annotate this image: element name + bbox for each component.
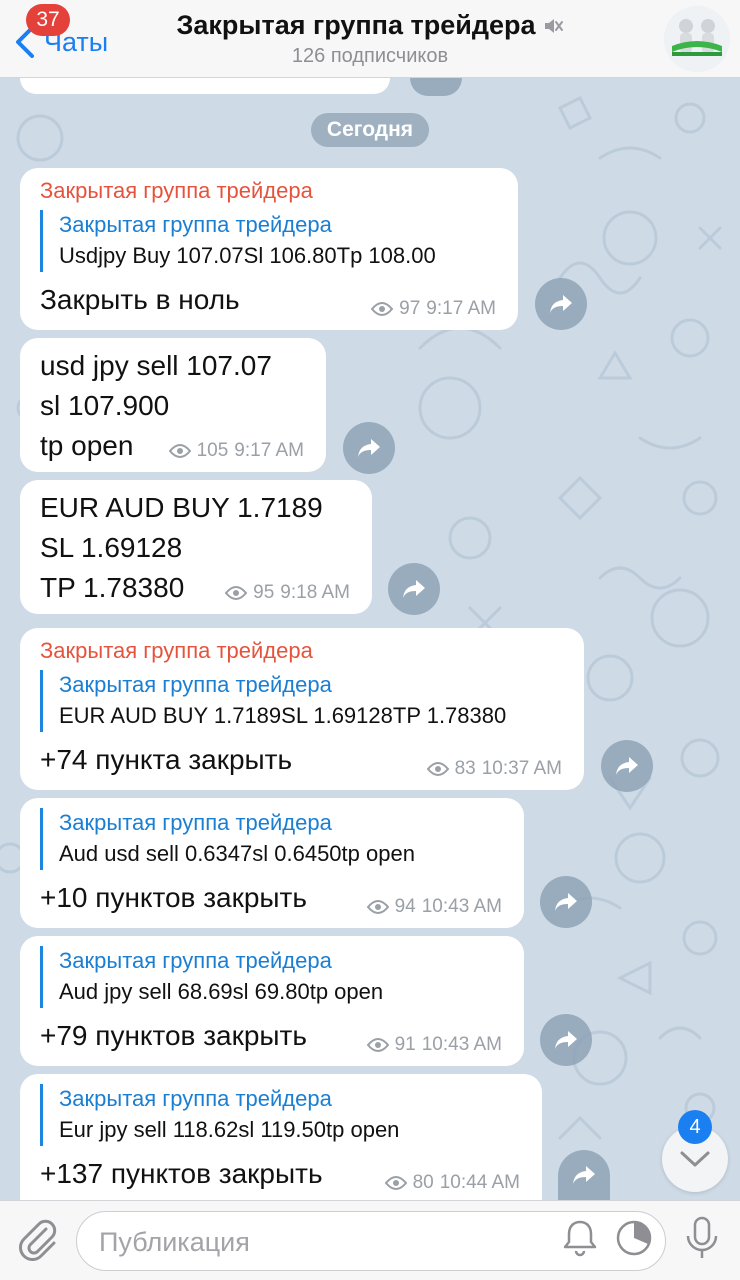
message-time: 10:37 AM bbox=[481, 758, 562, 779]
message-views: 97 bbox=[399, 298, 421, 319]
forwarded-block[interactable]: Закрытая группа трейдера Aud usd sell 0.… bbox=[40, 808, 504, 870]
message-time: 9:17 AM bbox=[234, 440, 304, 461]
share-icon bbox=[555, 1031, 577, 1049]
share-icon bbox=[358, 439, 380, 457]
message-sender: Закрытая группа трейдера bbox=[40, 638, 313, 663]
mute-icon bbox=[544, 18, 563, 33]
message-bubble[interactable]: Закрытая группа трейдера Закрытая группа… bbox=[20, 628, 584, 790]
message-meta: 80 10:44 AM bbox=[384, 1172, 520, 1194]
message-input[interactable] bbox=[99, 1226, 539, 1258]
new-messages-badge: 4 bbox=[678, 1110, 712, 1144]
message-time: 9:18 AM bbox=[280, 582, 350, 603]
message-views: 105 bbox=[196, 440, 229, 461]
message-meta: 105 9:17 AM bbox=[168, 440, 304, 462]
eye-icon bbox=[366, 900, 389, 914]
message-bubble[interactable]: Закрытая группа трейдера Aud usd sell 0.… bbox=[20, 798, 524, 928]
eye-icon bbox=[366, 1038, 389, 1052]
eye-icon bbox=[384, 1176, 407, 1190]
message-time: 10:43 AM bbox=[421, 1034, 502, 1055]
message-bubble[interactable]: Закрытая группа трейдера Aud jpy sell 68… bbox=[20, 936, 524, 1066]
forwarded-text: Aud usd sell 0.6347sl 0.6450tp open bbox=[59, 841, 415, 866]
chevron-down-icon bbox=[680, 1151, 710, 1167]
microphone-icon[interactable] bbox=[680, 1214, 724, 1262]
message-bubble[interactable]: Закрытая группа трейдера Eur jpy sell 11… bbox=[20, 1074, 542, 1200]
eye-icon bbox=[371, 302, 394, 316]
forwarded-block[interactable]: Закрытая группа трейдера Aud jpy sell 68… bbox=[40, 946, 504, 1008]
eye-icon bbox=[225, 586, 248, 600]
forwarded-block[interactable]: Закрытая группа трейдера Usdjpy Buy 107.… bbox=[40, 210, 498, 272]
share-button[interactable] bbox=[540, 876, 592, 928]
message-bubble[interactable]: Закрытая группа трейдера Закрытая группа… bbox=[20, 168, 518, 330]
message-sender: Закрытая группа трейдера bbox=[40, 178, 313, 203]
eye-icon bbox=[426, 762, 449, 776]
forwarded-from: Закрытая группа трейдера bbox=[59, 672, 332, 697]
channel-avatar[interactable] bbox=[664, 6, 730, 72]
message-meta: 83 10:37 AM bbox=[426, 758, 562, 780]
message-views: 94 bbox=[394, 896, 416, 917]
message-time: 10:44 AM bbox=[439, 1172, 520, 1193]
message-meta: 94 10:43 AM bbox=[366, 896, 502, 918]
share-button[interactable] bbox=[540, 1014, 592, 1066]
forwarded-block[interactable]: Закрытая группа трейдера EUR AUD BUY 1.7… bbox=[40, 670, 564, 732]
share-button[interactable] bbox=[558, 1150, 610, 1200]
forwarded-from: Закрытая группа трейдера bbox=[59, 810, 332, 835]
share-button[interactable] bbox=[388, 563, 440, 615]
forwarded-text: Aud jpy sell 68.69sl 69.80tp open bbox=[59, 979, 384, 1004]
message-meta: 95 9:18 AM bbox=[225, 582, 350, 604]
timer-icon[interactable] bbox=[612, 1216, 656, 1260]
share-button[interactable] bbox=[343, 422, 395, 474]
message-meta: 91 10:43 AM bbox=[366, 1034, 502, 1056]
forwarded-text: Eur jpy sell 118.62sl 119.50tp open bbox=[59, 1117, 400, 1142]
message-views: 91 bbox=[394, 1034, 416, 1055]
chat-title-area[interactable]: Закрытая группа трейдера 126 подписчиков bbox=[150, 10, 590, 68]
chat-subtitle: 126 подписчиков bbox=[291, 45, 449, 67]
unread-count-badge: 37 bbox=[26, 4, 70, 36]
share-icon bbox=[573, 1166, 595, 1184]
message-time: 10:43 AM bbox=[421, 896, 502, 917]
share-button[interactable] bbox=[535, 278, 587, 330]
message-views: 80 bbox=[412, 1172, 434, 1193]
forwarded-from: Закрытая группа трейдера bbox=[59, 1086, 332, 1111]
message-time: 9:17 AM bbox=[426, 298, 496, 319]
share-icon bbox=[616, 757, 638, 775]
message-bubble[interactable]: usd jpy sell 107.07 sl 107.900 tp open 1… bbox=[20, 338, 326, 472]
chat-title-text: Закрытая группа трейдера bbox=[176, 10, 536, 40]
forwarded-from: Закрытая группа трейдера bbox=[59, 948, 332, 973]
share-button[interactable] bbox=[601, 740, 653, 792]
share-icon bbox=[555, 893, 577, 911]
message-meta: 97 9:17 AM bbox=[371, 298, 496, 320]
forwarded-text: Usdjpy Buy 107.07Sl 106.80Tp 108.00 bbox=[59, 243, 436, 268]
eye-icon bbox=[168, 444, 191, 458]
forwarded-block[interactable]: Закрытая группа трейдера Eur jpy sell 11… bbox=[40, 1084, 522, 1146]
paperclip-icon[interactable] bbox=[16, 1217, 60, 1261]
share-icon bbox=[550, 295, 572, 313]
forwarded-from: Закрытая группа трейдера bbox=[59, 212, 332, 237]
forwarded-text: EUR AUD BUY 1.7189SL 1.69128TP 1.78380 bbox=[59, 703, 507, 728]
channel-avatar-image bbox=[664, 6, 730, 72]
chat-header: Чаты 37 Закрытая группа трейдера 126 под… bbox=[0, 0, 740, 78]
message-views: 95 bbox=[253, 582, 275, 603]
chat-title: Закрытая группа трейдера bbox=[176, 10, 563, 41]
bell-icon[interactable] bbox=[558, 1216, 602, 1260]
partial-message bbox=[20, 78, 390, 94]
date-separator: Сегодня bbox=[311, 113, 429, 147]
message-bubble[interactable]: EUR AUD BUY 1.7189 SL 1.69128 TP 1.78380… bbox=[20, 480, 372, 614]
share-icon bbox=[403, 580, 425, 598]
message-views: 83 bbox=[454, 758, 476, 779]
